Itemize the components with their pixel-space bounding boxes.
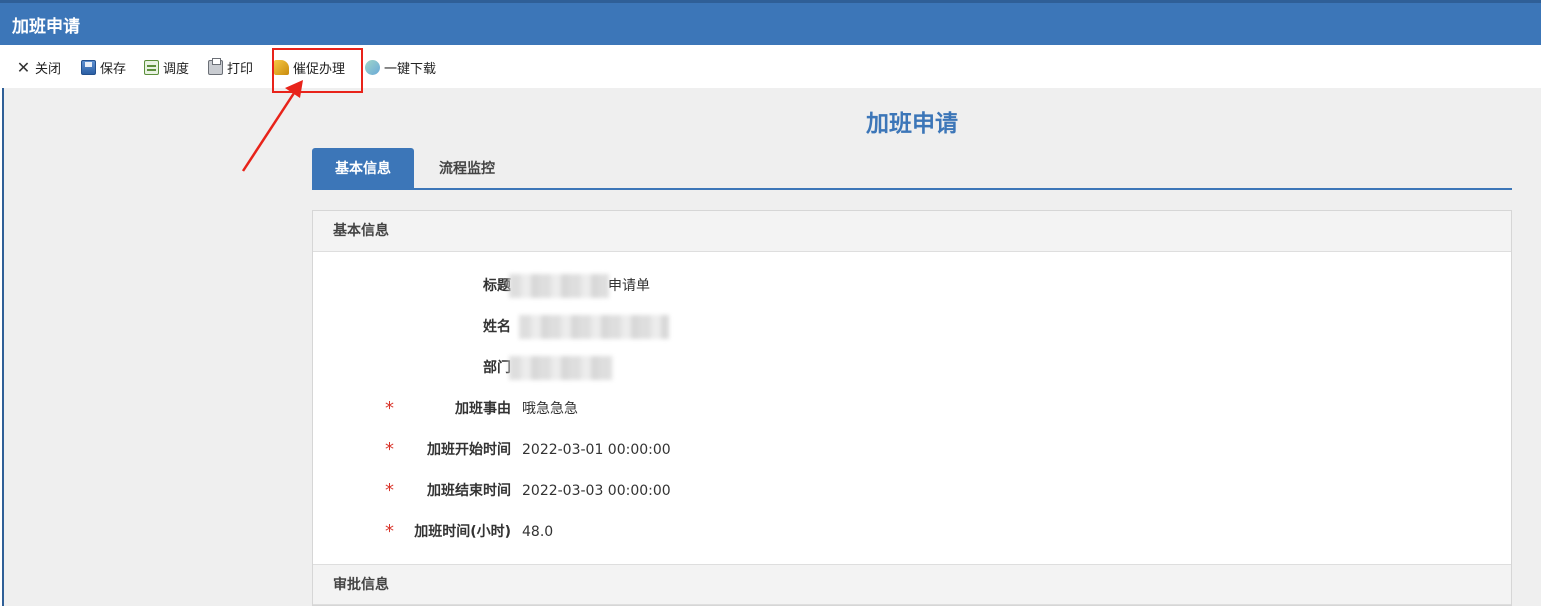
field-title: 标题 申请单: [313, 274, 1511, 298]
field-start-time-label: 加班开始时间: [427, 442, 511, 458]
redacted-value: [519, 315, 669, 339]
floppy-disk-icon: [81, 59, 96, 75]
form-panel: 基本信息 标题 申请单 姓名 部门 * 加班事由 哦急急急 * 加班开始时间 2…: [312, 210, 1512, 606]
save-button-label: 保存: [100, 61, 127, 77]
field-hours-label: 加班时间(小时): [414, 524, 511, 540]
close-icon: ✕: [16, 57, 31, 77]
field-end-time: * 加班结束时间 2022-03-03 00:00:00: [313, 479, 1511, 503]
field-end-time-label: 加班结束时间: [427, 483, 511, 499]
field-title-value: 申请单: [608, 278, 650, 294]
tab-basic-info[interactable]: 基本信息: [312, 148, 414, 188]
page-title: 加班申请: [866, 111, 958, 137]
close-button[interactable]: ✕ 关闭: [16, 56, 61, 78]
schedule-icon: [144, 59, 159, 75]
field-end-time-value: 2022-03-03 00:00:00: [522, 483, 671, 499]
download-icon: [365, 59, 380, 75]
save-button[interactable]: 保存: [81, 56, 126, 78]
redacted-value: [509, 274, 609, 298]
section-header-basic-info: 基本信息: [313, 211, 1511, 252]
section-header-approval-info: 审批信息: [313, 564, 1511, 605]
field-start-time: * 加班开始时间 2022-03-01 00:00:00: [313, 438, 1511, 462]
tab-bar: 基本信息 流程监控: [312, 148, 1512, 190]
required-asterisk: *: [385, 398, 394, 419]
required-asterisk: *: [385, 439, 394, 460]
download-all-button[interactable]: 一键下载: [365, 56, 436, 78]
highlight-box: [272, 48, 363, 93]
schedule-button[interactable]: 调度: [144, 56, 189, 78]
field-reason: * 加班事由 哦急急急: [313, 397, 1511, 421]
print-button-label: 打印: [227, 61, 254, 77]
field-name-label: 姓名: [483, 319, 511, 335]
download-all-button-label: 一键下载: [384, 61, 437, 77]
tab-process-monitor[interactable]: 流程监控: [416, 148, 518, 188]
print-button[interactable]: 打印: [208, 56, 253, 78]
field-hours: * 加班时间(小时) 48.0: [313, 520, 1511, 544]
field-department-label: 部门: [483, 360, 511, 376]
field-start-time-value: 2022-03-01 00:00:00: [522, 442, 671, 458]
field-hours-value: 48.0: [522, 524, 554, 540]
field-department: 部门: [313, 356, 1511, 380]
field-name: 姓名: [313, 315, 1511, 339]
field-reason-label: 加班事由: [455, 401, 511, 417]
required-asterisk: *: [385, 480, 394, 501]
window-titlebar: 加班申请: [0, 0, 1541, 45]
redacted-value: [509, 356, 613, 380]
required-asterisk: *: [385, 521, 394, 542]
schedule-button-label: 调度: [163, 61, 190, 77]
field-reason-value: 哦急急急: [522, 401, 578, 417]
printer-icon: [208, 57, 223, 75]
toolbar: ✕ 关闭 保存 调度 打印 催促办理 一键下载: [0, 45, 1541, 88]
close-button-label: 关闭: [35, 61, 62, 77]
window-title: 加班申请: [12, 17, 80, 37]
field-title-label: 标题: [483, 278, 511, 294]
